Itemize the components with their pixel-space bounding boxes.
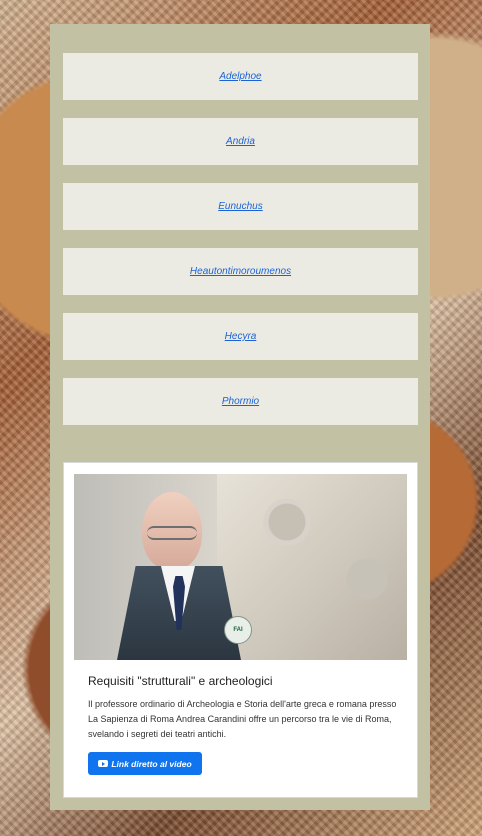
play-item-andria: Andria xyxy=(63,118,418,165)
video-button-label: Link diretto al video xyxy=(111,758,192,769)
video-description: Il professore ordinario di Archeologia e… xyxy=(88,699,397,739)
play-item-heautontimoroumenos: Heautontimoroumenos xyxy=(63,248,418,295)
video-card: FAI Requisiti "strutturali" e archeologi… xyxy=(63,462,418,798)
play-link-eunuchus[interactable]: Eunuchus xyxy=(218,201,262,212)
play-link-andria[interactable]: Andria xyxy=(226,136,255,147)
fai-badge-text: FAI xyxy=(233,627,243,633)
direct-video-link-button[interactable]: Link diretto al video xyxy=(88,752,202,775)
play-link-phormio[interactable]: Phormio xyxy=(222,396,259,407)
video-title: Requisiti "strutturali" e archeologici xyxy=(88,674,273,688)
video-thumbnail: FAI xyxy=(74,474,407,660)
play-list: Adelphoe Andria Eunuchus Heautontimoroum… xyxy=(63,53,418,443)
play-link-adelphoe[interactable]: Adelphoe xyxy=(219,71,261,82)
play-item-phormio: Phormio xyxy=(63,378,418,425)
play-item-adelphoe: Adelphoe xyxy=(63,53,418,100)
content-panel: Adelphoe Andria Eunuchus Heautontimoroum… xyxy=(50,24,430,810)
play-link-hecyra[interactable]: Hecyra xyxy=(225,331,257,342)
play-item-eunuchus: Eunuchus xyxy=(63,183,418,230)
speaker-photo: FAI xyxy=(109,484,252,660)
youtube-icon xyxy=(98,760,109,767)
fai-badge: FAI xyxy=(224,616,252,644)
glasses-icon xyxy=(147,526,197,540)
play-item-hecyra: Hecyra xyxy=(63,313,418,360)
play-link-heautontimoroumenos[interactable]: Heautontimoroumenos xyxy=(190,266,291,277)
